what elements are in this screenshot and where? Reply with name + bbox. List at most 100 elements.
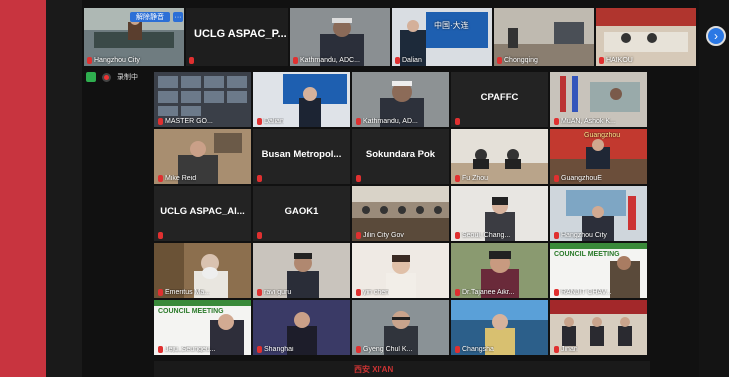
participant-name-large: CPAFFC (480, 92, 519, 103)
muted-mic-icon (455, 346, 460, 353)
participant-name: Jinan (561, 346, 578, 353)
participant-tile[interactable]: Dalian (253, 72, 350, 127)
participant-name-large: Sokundara Pok (365, 149, 436, 160)
participant-name: Dalian (402, 57, 422, 64)
muted-mic-icon (158, 118, 163, 125)
participant-tile[interactable]: Emeritus Ma... (154, 243, 251, 298)
participant-tile[interactable]: MuAN, Ashok K... (550, 72, 647, 127)
dalian-banner: 中国·大连 (434, 21, 469, 30)
participant-tile[interactable]: CPAFFC (451, 72, 548, 127)
gallery-grid: MASTER GO... Dalian Kathmandu, AD... CPA… (154, 72, 650, 377)
muted-mic-icon (455, 175, 460, 182)
muted-mic-icon (293, 57, 298, 64)
muted-mic-icon (257, 289, 262, 296)
left-dark-margin (46, 0, 82, 377)
muted-mic-icon (356, 346, 361, 353)
participant-tile[interactable]: Busan Metropol... (253, 129, 350, 184)
strip-tile-dalian[interactable]: 中国·大连 Dalian (392, 8, 492, 66)
muted-mic-icon (554, 232, 559, 239)
participant-name: Fu Zhou (462, 175, 489, 182)
muted-mic-icon (356, 289, 361, 296)
participant-name: Jilin City Gov (363, 232, 404, 239)
participant-tile[interactable]: Dr.Tajanee Aikr... (451, 243, 548, 298)
muted-mic-icon (189, 57, 194, 64)
strip-tile-chongqing[interactable]: Chongqing (494, 8, 594, 66)
participant-tile[interactable]: Gyeng Chul K... (352, 300, 449, 355)
participant-name: Changsha (462, 346, 494, 353)
muted-mic-icon (497, 57, 502, 64)
strip-tile-hangzhou[interactable]: 解除静音 ··· Hangzhou City (84, 8, 184, 66)
participant-tile[interactable]: yin chen (352, 243, 449, 298)
unmute-button[interactable]: 解除静音 (130, 12, 170, 22)
participant-tile[interactable]: Fu Zhou (451, 129, 548, 184)
participant-name-large: Busan Metropol... (261, 149, 342, 160)
muted-mic-icon (554, 118, 559, 125)
participant-name: GuangzhouE (561, 175, 602, 182)
muted-mic-icon (356, 175, 361, 182)
participant-tile[interactable]: MASTER GO... (154, 72, 251, 127)
participant-name: Kathmandu, ADC... (300, 57, 360, 64)
participant-name: Gyeng Chul K... (363, 346, 413, 353)
participant-tile[interactable]: ravi guru (253, 243, 350, 298)
participant-tile[interactable]: Jilin City Gov (352, 186, 449, 241)
participant-name: Chongqing (504, 57, 538, 64)
participant-tile[interactable]: Hangzhou City (550, 186, 647, 241)
strip-tile-uclg[interactable]: UCLG ASPAC_P... (186, 8, 288, 66)
right-dark-margin (699, 0, 729, 377)
participant-tile[interactable]: Seoul, Chang... (451, 186, 548, 241)
participant-name: Mike Reid (165, 175, 197, 182)
muted-mic-icon (455, 232, 460, 239)
muted-mic-icon (257, 232, 262, 239)
participant-tile[interactable]: GAOK1 (253, 186, 350, 241)
strip-tile-haikou[interactable]: HAIKOU (596, 8, 696, 66)
muted-mic-icon (395, 57, 400, 64)
muted-mic-icon (554, 346, 559, 353)
muted-mic-icon (599, 57, 604, 64)
participant-name: Dr.Tajanee Aikr... (462, 289, 515, 296)
participant-tile[interactable]: UCLG ASPAC_Al... (154, 186, 251, 241)
participant-tile[interactable]: Shanghai (253, 300, 350, 355)
xian-banner: 西安 XI'AN (354, 365, 394, 374)
participant-tile[interactable]: Mike Reid (154, 129, 251, 184)
record-icon (102, 72, 111, 82)
muted-mic-icon (257, 346, 262, 353)
muted-mic-icon (554, 175, 559, 182)
participant-name: Shanghai (264, 346, 294, 353)
participant-tile[interactable]: Guangzhou GuangzhouE (550, 129, 647, 184)
muted-mic-icon (257, 175, 262, 182)
left-red-panel (0, 0, 46, 377)
more-options-button[interactable]: ··· (173, 12, 183, 22)
participant-tile[interactable]: COUNCIL MEETING Jeju_Seungeu... (154, 300, 251, 355)
participant-tile[interactable]: COUNCIL MEETING RANJIT CHAV... (550, 243, 647, 298)
muted-mic-icon (158, 175, 163, 182)
muted-mic-icon (455, 289, 460, 296)
strip-tile-kathmandu[interactable]: Kathmandu, ADC... (290, 8, 390, 66)
muted-mic-icon (554, 289, 559, 296)
participant-tile[interactable]: Sokundara Pok (352, 129, 449, 184)
participant-name: MASTER GO... (165, 118, 213, 125)
recording-indicator: 录制中 (86, 72, 138, 82)
muted-mic-icon (356, 232, 361, 239)
participant-name: yin chen (363, 289, 390, 296)
muted-mic-icon (158, 232, 163, 239)
participant-tile[interactable]: Changsha (451, 300, 548, 355)
recording-label: 录制中 (117, 74, 138, 81)
participant-name: Hangzhou City (561, 232, 607, 239)
participant-tile[interactable]: Jinan (550, 300, 647, 355)
video-conference-window: 解除静音 ··· Hangzhou City UCLG ASPAC_P... K… (0, 0, 729, 377)
participant-name: Kathmandu, AD... (363, 118, 418, 125)
council-meeting-banner: COUNCIL MEETING (158, 308, 224, 315)
participant-name: HAIKOU (606, 57, 633, 64)
top-participant-strip: 解除静音 ··· Hangzhou City UCLG ASPAC_P... K… (84, 8, 700, 66)
participant-tile[interactable]: Kathmandu, AD... (352, 72, 449, 127)
council-meeting-banner: COUNCIL MEETING (554, 251, 620, 258)
participant-name: Dalian (264, 118, 284, 125)
muted-mic-icon (158, 289, 163, 296)
participant-name: Jeju_Seungeu... (165, 346, 216, 353)
next-row-preview: 西安 XI'AN (154, 361, 650, 377)
participant-name: Hangzhou City (94, 57, 140, 64)
muted-mic-icon (87, 57, 92, 64)
next-page-chevron-icon[interactable]: › (706, 26, 726, 46)
shield-icon (86, 72, 96, 82)
participant-name: Seoul, Chang... (462, 232, 511, 239)
